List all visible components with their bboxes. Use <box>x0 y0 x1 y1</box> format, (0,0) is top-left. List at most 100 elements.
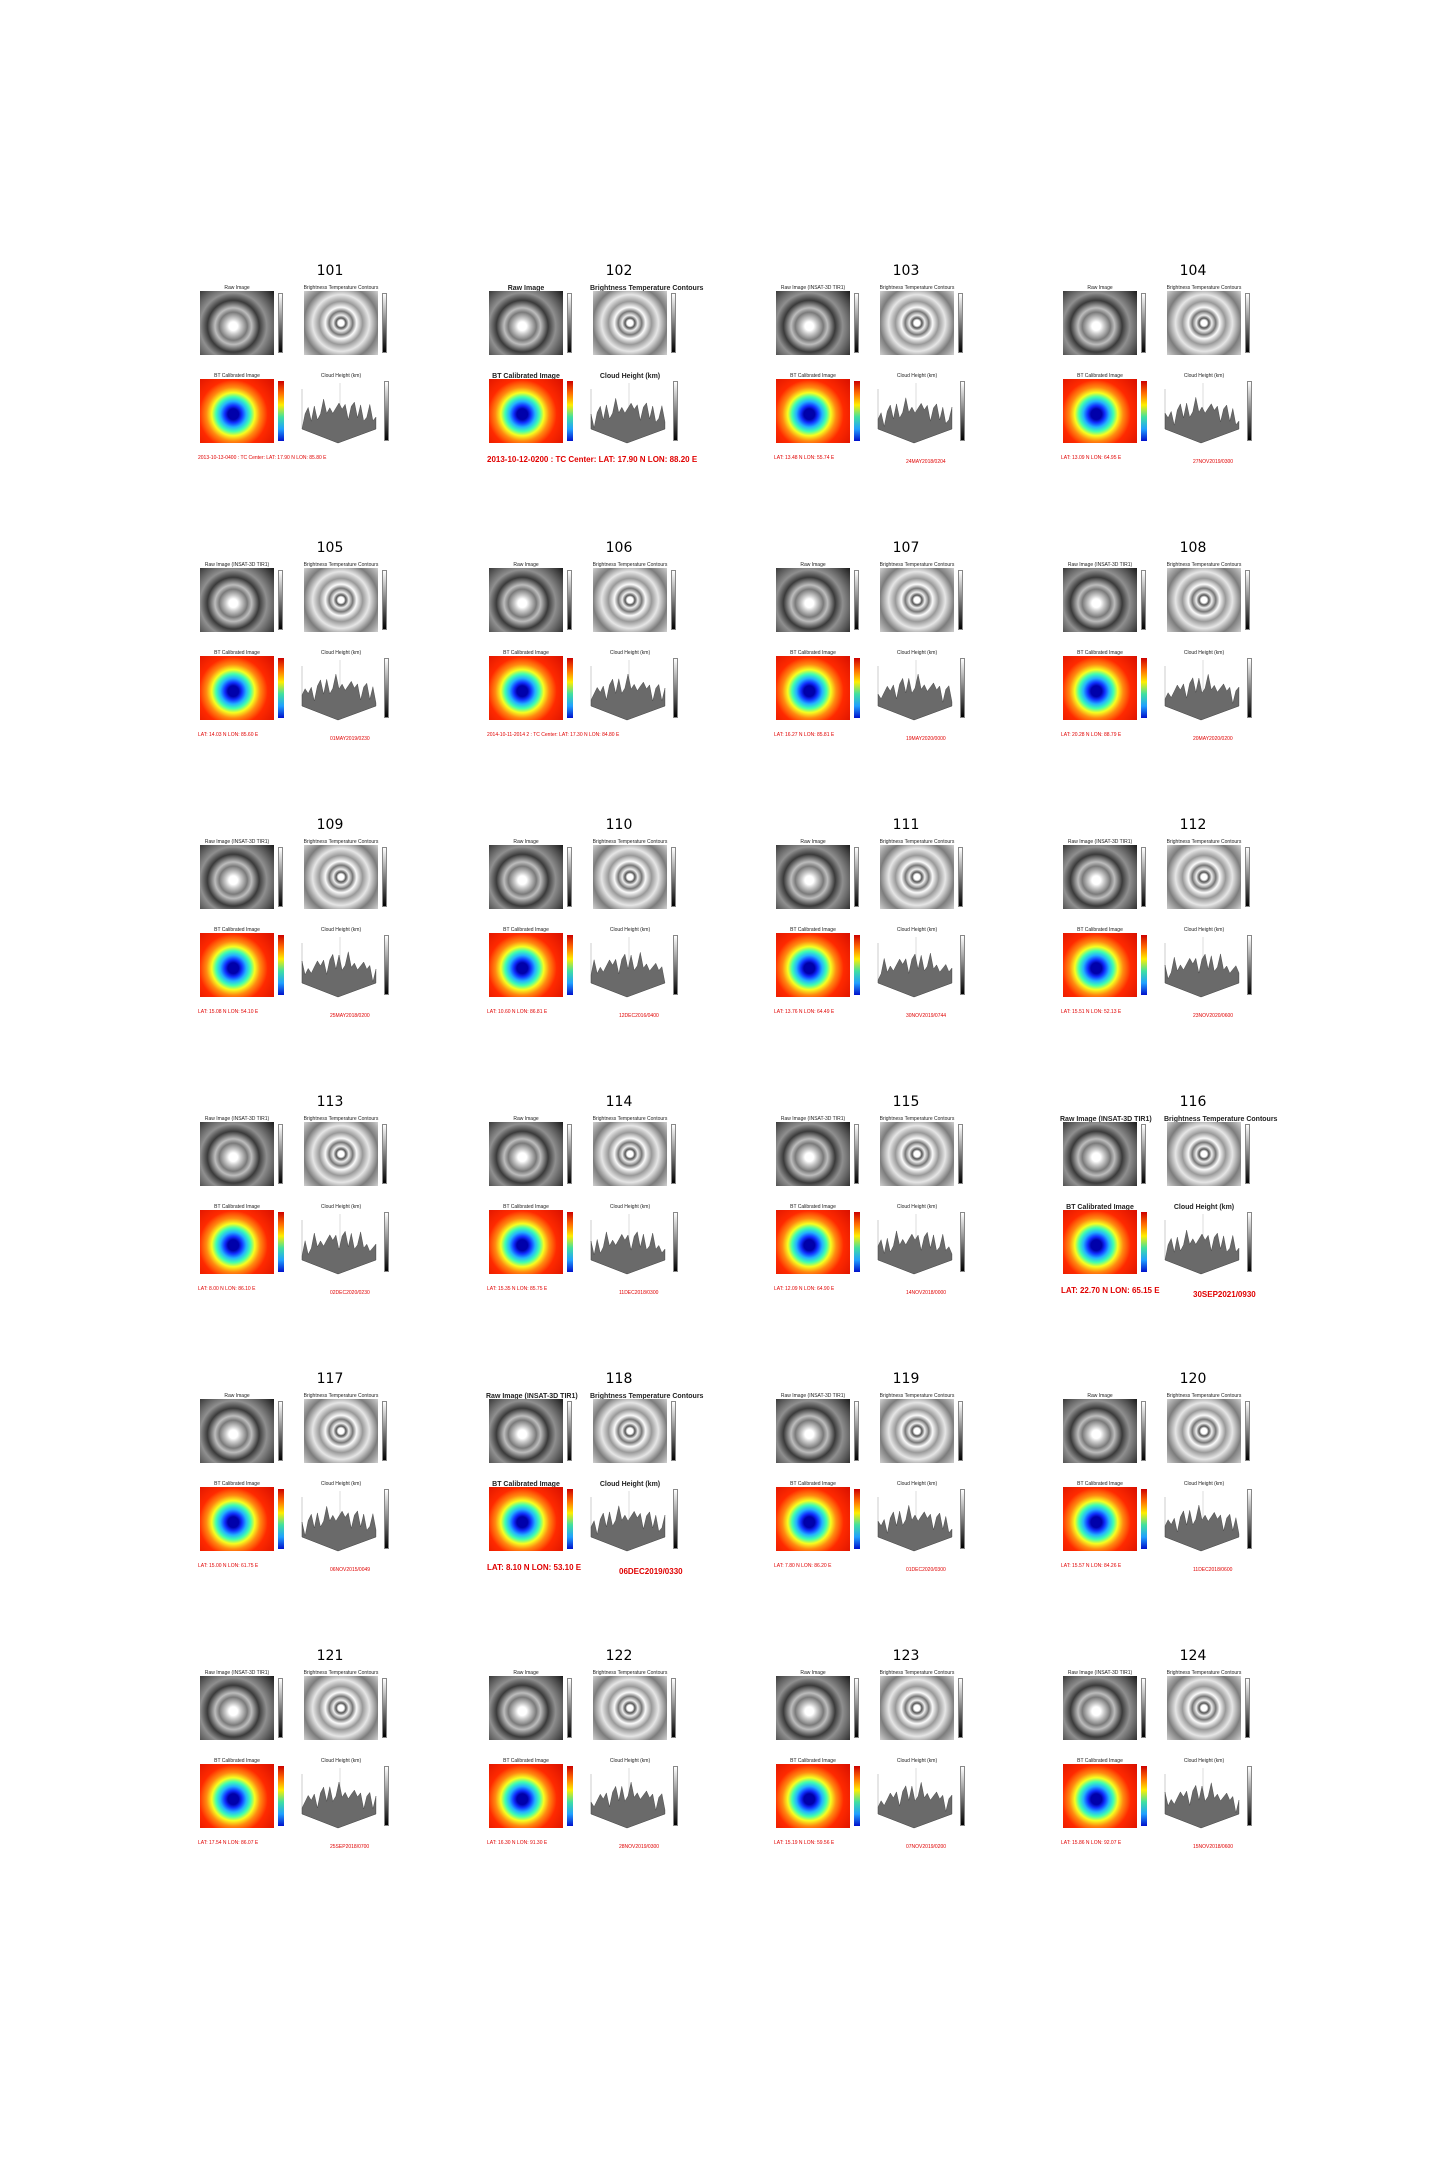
raw-colorbar <box>278 1401 283 1461</box>
tc-center-caption: 2014-10-11-2014 2 : TC Center: LAT: 17.3… <box>487 732 620 738</box>
bt-calibrated-colorbar <box>278 935 284 995</box>
timestamp-caption: 30NOV2019/0744 <box>906 1013 947 1019</box>
figure-number: 112 <box>1179 817 1207 833</box>
tc-center-caption: LAT: 13.09 N LON: 64.95 E <box>1061 455 1122 461</box>
timestamp-caption: 27NOV2019/0300 <box>1193 459 1234 465</box>
tc-center-caption: LAT: 13.76 N LON: 64.49 E <box>774 1009 835 1015</box>
bt-contours-image <box>593 568 667 632</box>
bt-contours-image <box>1167 845 1241 909</box>
timestamp-caption: 15NOV2018/0600 <box>1193 1844 1234 1850</box>
bt-calibrated-image <box>200 1210 274 1274</box>
figure-number: 101 <box>316 263 344 279</box>
figure-number: 123 <box>892 1648 920 1664</box>
bt-calibrated-colorbar <box>278 381 284 441</box>
figure-number: 122 <box>605 1648 633 1664</box>
timestamp-caption: 25SEP2018/0700 <box>330 1844 370 1850</box>
raw-image <box>1063 291 1137 355</box>
raw-colorbar <box>1141 570 1146 630</box>
bt-colorbar <box>958 1401 963 1461</box>
raw-image <box>1063 1122 1137 1186</box>
bt-colorbar <box>1245 1124 1250 1184</box>
tc-center-caption: LAT: 15.51 N LON: 52.13 E <box>1061 1009 1122 1015</box>
bt-contours-image <box>593 845 667 909</box>
cloud-height-colorbar <box>1247 1766 1252 1826</box>
cloud-height-3d-plot <box>1164 1214 1240 1275</box>
tc-center-caption: LAT: 12.09 N LON: 64.90 E <box>774 1286 835 1292</box>
cloud-height-3d-plot <box>301 937 377 998</box>
cyclone-figure-120: 120 Raw Image Brightness Temperature Con… <box>1061 1371 1325 1581</box>
raw-image <box>200 1399 274 1463</box>
bt-colorbar <box>1245 570 1250 630</box>
figure-number: 111 <box>892 817 920 833</box>
raw-image <box>1063 845 1137 909</box>
figure-number: 105 <box>316 540 344 556</box>
raw-colorbar <box>567 1124 572 1184</box>
cloud-height-colorbar <box>960 381 965 441</box>
raw-colorbar <box>567 1401 572 1461</box>
cyclone-figure-102: 102 Raw Image Brightness Temperature Con… <box>487 263 751 473</box>
cyclone-figure-108: 108 Raw Image (INSAT-3D TIR1) Brightness… <box>1061 540 1325 750</box>
cloud-height-3d-plot <box>877 1491 953 1552</box>
bt-contours-image <box>880 1122 954 1186</box>
bt-contours-image <box>1167 1399 1241 1463</box>
cloud-height-colorbar <box>960 658 965 718</box>
bt-calibrated-colorbar <box>567 1212 573 1272</box>
figure-number: 109 <box>316 817 344 833</box>
timestamp-caption: 23NOV2020/0600 <box>1193 1013 1234 1019</box>
cloud-height-3d-plot <box>590 1214 666 1275</box>
raw-image <box>200 291 274 355</box>
figure-number: 120 <box>1179 1371 1207 1387</box>
bt-calibrated-image <box>1063 1210 1137 1274</box>
raw-colorbar <box>854 293 859 353</box>
figure-grid-page: { "panel_labels": { "raw": "Raw Image", … <box>0 0 1440 2160</box>
figure-number: 124 <box>1179 1648 1207 1664</box>
bt-calibrated-colorbar <box>854 381 860 441</box>
tc-center-caption: LAT: 15.57 N LON: 84.26 E <box>1061 1563 1122 1569</box>
cloud-height-colorbar <box>960 935 965 995</box>
timestamp-caption: 11DEC2018/0600 <box>1193 1567 1233 1573</box>
bt-calibrated-colorbar <box>854 1766 860 1826</box>
bt-calibrated-image <box>776 933 850 997</box>
timestamp-caption: 01MAY2019/0230 <box>330 736 370 742</box>
cloud-height-3d-plot <box>590 383 666 444</box>
bt-contours-image <box>880 1676 954 1740</box>
figure-number: 117 <box>316 1371 344 1387</box>
cloud-height-colorbar <box>960 1212 965 1272</box>
bt-colorbar <box>382 570 387 630</box>
figure-number: 115 <box>892 1094 920 1110</box>
bt-calibrated-image <box>200 933 274 997</box>
cloud-height-3d-plot <box>877 660 953 721</box>
bt-contours-image <box>880 1399 954 1463</box>
bt-colorbar <box>958 1124 963 1184</box>
bt-contours-image <box>1167 568 1241 632</box>
bt-colorbar <box>382 293 387 353</box>
figure-number: 121 <box>316 1648 344 1664</box>
raw-image <box>489 291 563 355</box>
bt-calibrated-colorbar <box>1141 1489 1147 1549</box>
raw-colorbar <box>854 1401 859 1461</box>
raw-image <box>776 291 850 355</box>
cloud-height-colorbar <box>673 1212 678 1272</box>
tc-center-caption: LAT: 8.00 N LON: 86.10 E <box>198 1286 256 1292</box>
figure-number: 108 <box>1179 540 1207 556</box>
bt-calibrated-colorbar <box>1141 658 1147 718</box>
bt-calibrated-colorbar <box>567 381 573 441</box>
timestamp-caption: 24MAY2018/0204 <box>906 459 946 465</box>
bt-calibrated-image <box>489 379 563 443</box>
tc-center-caption: LAT: 17.54 N LON: 86.07 E <box>198 1840 259 1846</box>
bt-calibrated-image <box>489 933 563 997</box>
cloud-height-3d-plot <box>877 383 953 444</box>
bt-calibrated-colorbar <box>854 1212 860 1272</box>
raw-colorbar <box>278 847 283 907</box>
raw-colorbar <box>278 570 283 630</box>
raw-colorbar <box>1141 1124 1146 1184</box>
cyclone-figure-101: 101 Raw Image Brightness Temperature Con… <box>198 263 462 473</box>
cyclone-figure-114: 114 Raw Image Brightness Temperature Con… <box>487 1094 751 1304</box>
bt-calibrated-image <box>776 379 850 443</box>
raw-image <box>200 1122 274 1186</box>
raw-colorbar <box>278 293 283 353</box>
bt-contours-image <box>1167 291 1241 355</box>
timestamp-caption: 11DEC2018/0300 <box>619 1290 659 1296</box>
raw-colorbar <box>567 847 572 907</box>
bt-calibrated-image <box>1063 1487 1137 1551</box>
